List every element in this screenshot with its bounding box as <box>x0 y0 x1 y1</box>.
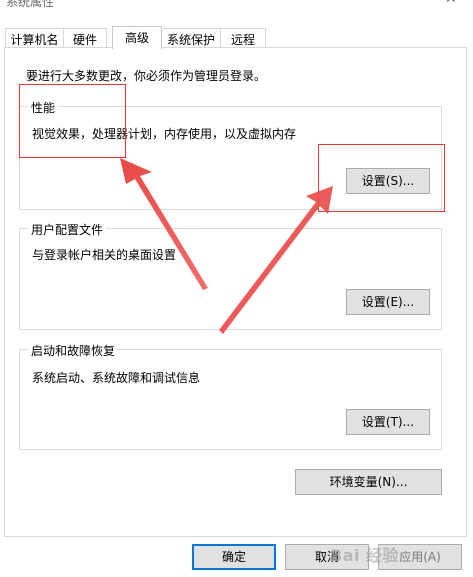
user-profiles-group-label: 用户配置文件 <box>28 221 107 238</box>
performance-group-label: 性能 <box>28 99 59 116</box>
startup-recovery-settings-button[interactable]: 设置(T)... <box>346 409 430 435</box>
user-profiles-settings-button[interactable]: 设置(E)... <box>346 289 430 315</box>
performance-settings-button[interactable]: 设置(S)... <box>346 168 430 194</box>
admin-note: 要进行大多数更改，你必须作为管理员登录。 <box>26 69 267 83</box>
title-bar: 系统属性 ✕ <box>0 0 473 22</box>
tab-computer-name[interactable]: 计算机名 <box>5 28 64 48</box>
tab-hardware[interactable]: 硬件 <box>63 28 107 48</box>
startup-recovery-group-label: 启动和故障恢复 <box>28 342 119 359</box>
performance-group: 性能 视觉效果，处理器计划，内存使用，以及虚拟内存 <box>19 99 442 210</box>
close-icon[interactable]: ✕ <box>445 0 457 7</box>
tab-strip: 计算机名 硬件 高级 系统保护 远程 <box>0 26 473 49</box>
startup-recovery-description: 系统启动、系统故障和调试信息 <box>32 371 201 385</box>
environment-variables-button[interactable]: 环境变量(N)... <box>295 469 442 495</box>
tab-remote[interactable]: 远程 <box>220 28 266 48</box>
cancel-button[interactable]: 取消 <box>285 544 369 570</box>
user-profiles-description: 与登录帐户相关的桌面设置 <box>32 248 177 262</box>
tab-system-protection[interactable]: 系统保护 <box>161 28 221 48</box>
ok-button[interactable]: 确定 <box>192 544 276 570</box>
tab-advanced[interactable]: 高级 <box>112 26 162 49</box>
performance-description: 视觉效果，处理器计划，内存使用，以及虚拟内存 <box>32 127 297 141</box>
apply-button[interactable]: 应用(A) <box>378 544 462 570</box>
window-title: 系统属性 <box>6 0 55 9</box>
